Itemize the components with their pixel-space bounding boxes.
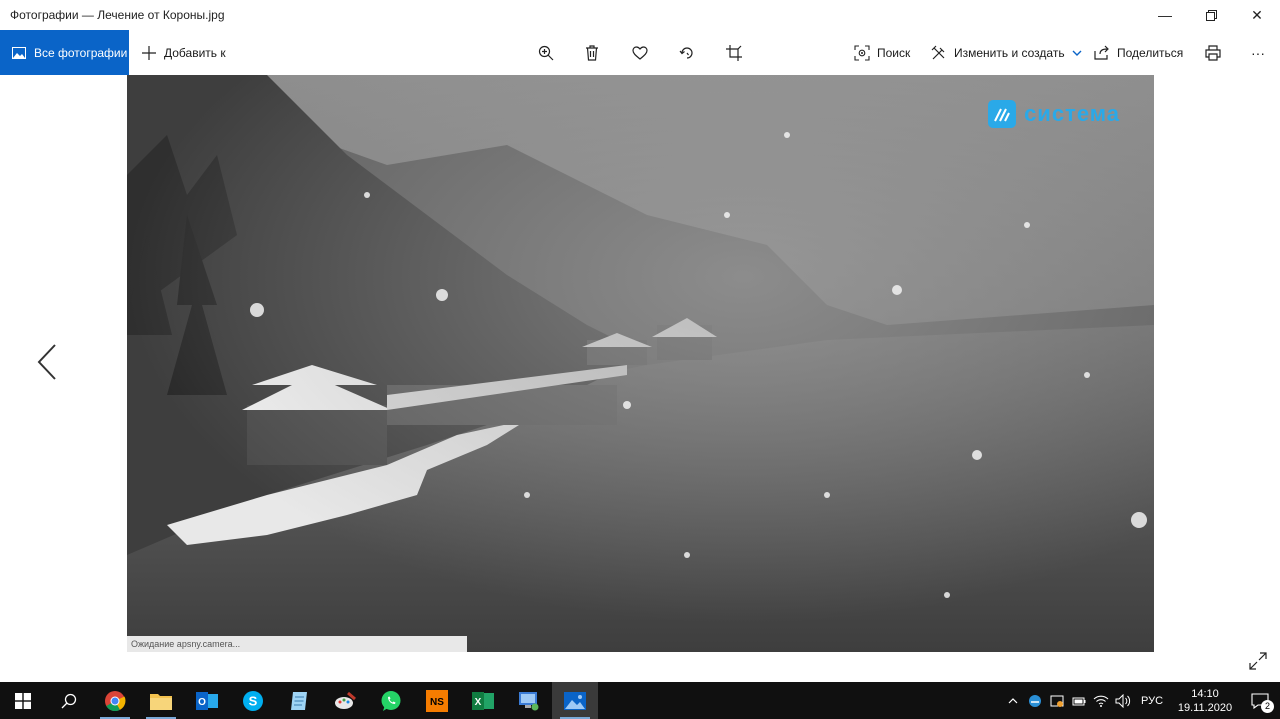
search-button[interactable]: Поиск (854, 30, 910, 75)
watermark-text: система (1024, 101, 1120, 126)
windows-logo-icon (15, 692, 31, 709)
fullscreen-button[interactable] (1244, 647, 1272, 675)
tray-edge[interactable] (1024, 682, 1046, 719)
edit-create-button[interactable]: Изменить и создать (931, 30, 1082, 75)
language-indicator[interactable]: РУС (1134, 682, 1170, 719)
taskbar-chrome[interactable] (92, 682, 138, 719)
chrome-icon (105, 690, 126, 711)
tray-volume[interactable] (1112, 682, 1134, 719)
snowy-lake-scene (127, 75, 1154, 652)
taskbar-photos[interactable] (552, 682, 598, 719)
ns-letters: NS (430, 697, 444, 708)
taskbar-outlook[interactable]: O (184, 682, 230, 719)
watermark-logo: система (988, 100, 1120, 128)
search-icon (61, 693, 77, 708)
printer-icon (1205, 44, 1221, 61)
taskbar-skype[interactable]: S (230, 682, 276, 719)
all-photos-label: Все фотографии (34, 45, 128, 60)
photos-icon (12, 46, 26, 59)
action-center-button[interactable]: 2 (1240, 682, 1280, 719)
edit-create-label: Изменить и создать (954, 45, 1065, 60)
close-button[interactable]: ✕ (1234, 0, 1280, 30)
start-button[interactable] (0, 682, 46, 719)
title-bar: Фотографии — Лечение от Короны.jpg — ✕ (0, 0, 1280, 30)
share-button[interactable]: Поделиться (1094, 30, 1183, 75)
zoom-button[interactable] (531, 30, 561, 75)
heart-icon (632, 45, 648, 60)
whatsapp-icon (381, 690, 401, 711)
volume-icon (1115, 693, 1131, 708)
search-label: Поиск (877, 45, 911, 60)
edit-icon (931, 45, 945, 59)
notification-badge: 2 (1261, 700, 1274, 713)
tray-wifi[interactable] (1090, 682, 1112, 719)
minimize-button[interactable]: — (1142, 0, 1188, 30)
photo-viewer: система Ожидание apsny.camera... (0, 75, 1280, 682)
remote-desktop-icon (519, 691, 539, 710)
taskbar-ns-app[interactable]: NS (414, 682, 460, 719)
embedded-status-text: Ожидание apsny.camera... (127, 636, 467, 652)
add-to-button[interactable]: Добавить к (141, 45, 226, 61)
rotate-icon (679, 46, 693, 59)
crop-button[interactable] (719, 30, 749, 75)
chevron-up-icon (1008, 697, 1018, 703)
taskbar-remote-desktop[interactable] (506, 682, 552, 719)
taskbar-clock[interactable]: 14:10 19.11.2020 (1170, 687, 1240, 715)
skype-icon: S (243, 690, 263, 711)
delete-button[interactable] (577, 30, 607, 75)
taskbar-paint[interactable] (322, 682, 368, 719)
print-button[interactable] (1198, 30, 1228, 75)
share-label: Поделиться (1117, 45, 1184, 60)
outlook-letter: O (198, 697, 206, 708)
excel-letter: X (475, 697, 482, 708)
clock-time: 14:10 (1191, 687, 1219, 700)
wifi-icon (1093, 695, 1109, 707)
all-photos-button[interactable]: Все фотографии (0, 30, 129, 75)
window-title: Фотографии — Лечение от Короны.jpg (10, 8, 225, 22)
add-to-label: Добавить к (164, 45, 226, 60)
sistema-logo-icon (988, 100, 1017, 128)
rotate-button[interactable] (672, 30, 702, 75)
notes-icon (291, 691, 307, 710)
outlook-icon: O (196, 691, 218, 710)
file-explorer-icon (150, 693, 172, 710)
taskbar-notes[interactable] (276, 682, 322, 719)
trash-icon (586, 44, 598, 61)
tray-battery[interactable] (1068, 682, 1090, 719)
taskbar-file-explorer[interactable] (138, 682, 184, 719)
restore-icon (1205, 9, 1217, 21)
favorite-button[interactable] (625, 30, 655, 75)
chevron-down-icon (1072, 50, 1082, 56)
battery-icon (1072, 697, 1086, 705)
visual-search-icon (854, 44, 870, 61)
restore-button[interactable] (1188, 0, 1234, 30)
taskbar-search-button[interactable] (46, 682, 92, 719)
zoom-in-icon (538, 45, 554, 60)
previous-photo-button[interactable] (30, 340, 64, 384)
taskbar: O S NS X РУС 14:10 19.11.2020 2 (0, 682, 1280, 719)
share-icon (1094, 45, 1109, 60)
system-tray: РУС 14:10 19.11.2020 2 (1002, 682, 1280, 719)
paint-icon (335, 691, 356, 709)
browser-tray-icon (1029, 694, 1041, 707)
expand-icon (1249, 652, 1267, 670)
plus-icon (142, 45, 156, 60)
more-button[interactable]: ··· (1243, 30, 1273, 75)
taskbar-whatsapp[interactable] (368, 682, 414, 719)
photos-app-icon (564, 691, 586, 710)
taskbar-excel[interactable]: X (460, 682, 506, 719)
chevron-left-icon (37, 344, 56, 380)
update-tray-icon (1050, 695, 1064, 707)
tray-overflow-button[interactable] (1002, 682, 1024, 719)
clock-date: 19.11.2020 (1177, 701, 1233, 714)
skype-letter: S (249, 693, 258, 708)
ns-app-icon: NS (426, 689, 448, 712)
tray-update[interactable] (1046, 682, 1068, 719)
photo-image[interactable]: система Ожидание apsny.camera... (127, 75, 1154, 652)
excel-icon: X (472, 691, 494, 710)
crop-icon (726, 44, 742, 61)
